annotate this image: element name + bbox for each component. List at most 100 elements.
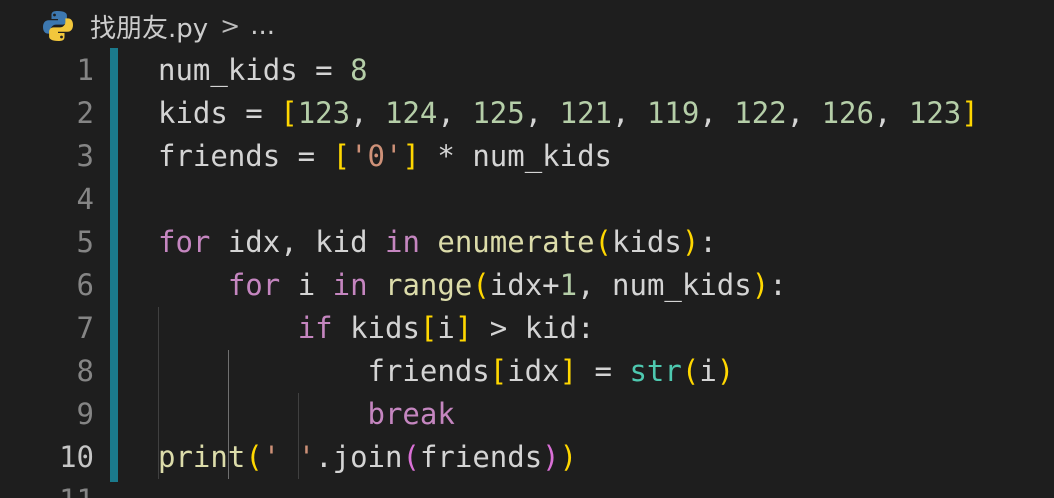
code-token: i	[280, 268, 333, 302]
code-line[interactable]: 5 for idx, kid in enumerate(kids):	[0, 221, 1054, 264]
code-text: kids = [123, 124, 125, 121, 119, 122, 12…	[158, 92, 979, 135]
code-token: .join	[315, 440, 403, 474]
code-token: 126	[821, 96, 874, 130]
code-line[interactable]: 6 for i in range(idx+1, num_kids):	[0, 264, 1054, 307]
code-token: friends	[419, 440, 543, 474]
code-token: for	[158, 225, 211, 259]
line-number: 1	[76, 53, 94, 87]
code-token: 1	[559, 268, 578, 302]
code-token: )	[751, 268, 770, 302]
code-token: str	[629, 354, 682, 388]
code-editor[interactable]: 1 num_kids = 8 2 kids = [123, 124, 125, 121…	[0, 48, 1054, 498]
code-token: i	[699, 354, 717, 388]
code-token: 125	[472, 96, 525, 130]
code-token: :	[769, 268, 787, 302]
line-number: 4	[76, 182, 94, 216]
breadcrumb: 找朋友.py > ...	[0, 0, 1054, 52]
code-token: (	[681, 354, 700, 388]
code-token: ,	[437, 96, 473, 130]
code-token: idx, kid	[210, 225, 385, 259]
code-token: 119	[646, 96, 700, 130]
indent-guide	[298, 393, 299, 479]
code-token: kids	[332, 311, 420, 345]
code-token: [	[332, 139, 351, 173]
line-number: 5	[76, 225, 94, 259]
code-token: * num_kids	[419, 139, 612, 173]
line-number: 7	[76, 311, 94, 345]
code-text: print(' '.join(friends))	[158, 436, 577, 479]
code-token: ,	[786, 96, 822, 130]
code-token: (	[402, 440, 420, 474]
code-token: range	[385, 268, 473, 302]
code-text: break	[158, 393, 455, 436]
code-text: friends = ['0'] * num_kids	[158, 135, 612, 178]
code-token: enumerate	[437, 225, 595, 259]
code-line[interactable]: 1 num_kids = 8	[0, 49, 1054, 92]
indent-guide-active	[228, 350, 229, 479]
line-number: 2	[76, 96, 94, 130]
code-token: 8	[350, 53, 368, 87]
code-token: kids =	[158, 96, 281, 130]
code-token: ,	[699, 96, 735, 130]
code-text: friends[idx] = str(i)	[158, 350, 735, 393]
breadcrumb-file[interactable]: 找朋友.py	[90, 8, 208, 45]
code-token: =	[577, 354, 630, 388]
code-token: [	[280, 96, 298, 130]
code-token: break	[367, 397, 455, 431]
code-token: if	[297, 311, 333, 345]
code-token: , num_kids	[577, 268, 752, 302]
code-text: for i in range(idx+1, num_kids):	[158, 264, 787, 307]
code-token: 121	[559, 96, 613, 130]
indent-guide	[158, 307, 159, 479]
code-line[interactable]: 3 friends = ['0'] * num_kids	[0, 135, 1054, 178]
code-token: ,	[524, 96, 560, 130]
code-token: for	[227, 268, 281, 302]
code-token: )	[716, 354, 735, 388]
code-text: for idx, kid in enumerate(kids):	[158, 221, 717, 264]
code-token: ]	[961, 96, 979, 130]
code-token: num_kids	[158, 53, 298, 87]
line-number: 11	[0, 479, 94, 498]
code-token: )	[542, 440, 560, 474]
code-token: (	[245, 440, 263, 474]
code-token: friends	[367, 354, 490, 388]
code-token: ' '	[262, 440, 316, 474]
code-token: ,	[873, 96, 909, 130]
line-number: 3	[76, 139, 94, 173]
code-token: (	[472, 268, 490, 302]
code-token: 124	[385, 96, 438, 130]
code-token: > kid:	[472, 311, 595, 345]
code-token: i	[437, 311, 455, 345]
code-token: 123	[908, 96, 962, 130]
code-token: ]	[559, 354, 578, 388]
code-token: )	[559, 440, 578, 474]
code-line[interactable]: 2 kids = [123, 124, 125, 121, 119, 122, 1…	[0, 92, 1054, 135]
code-token: =	[297, 53, 351, 87]
code-token: :	[699, 225, 717, 259]
code-token: idx+	[489, 268, 560, 302]
code-token: ]	[402, 139, 420, 173]
code-token: 122	[734, 96, 787, 130]
code-token: '0'	[350, 139, 403, 173]
line-number: 10	[59, 440, 94, 474]
code-token: in	[385, 225, 420, 259]
code-token: )	[681, 225, 700, 259]
code-token: idx	[507, 354, 560, 388]
chevron-right-icon: >	[220, 12, 241, 40]
code-line[interactable]: 11	[0, 479, 1054, 498]
code-line[interactable]: 4	[0, 178, 1054, 221]
breadcrumb-more[interactable]: ...	[250, 11, 275, 41]
code-token: 123	[297, 96, 351, 130]
code-token: ,	[612, 96, 647, 130]
line-number: 6	[76, 268, 94, 302]
code-token: [	[489, 354, 508, 388]
code-token: kids	[612, 225, 682, 259]
python-icon	[40, 8, 76, 44]
code-token: [	[419, 311, 438, 345]
code-token: (	[594, 225, 612, 259]
